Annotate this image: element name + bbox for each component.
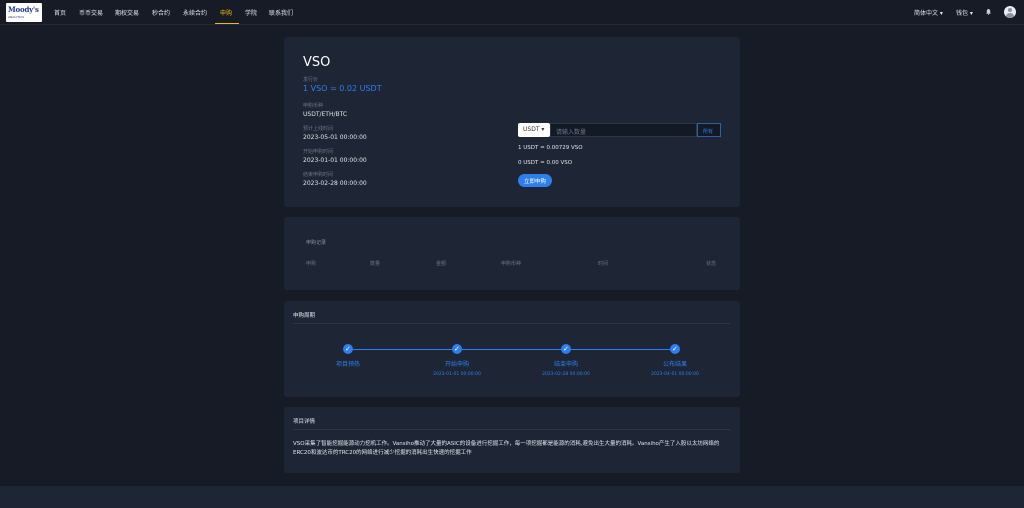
nav-perpetual-contract[interactable]: 永续合约: [183, 8, 207, 17]
start-time-value: 2023-01-01 00:00:00: [303, 157, 367, 164]
records-card: 申购记录 申购 数量 金额 申购币种 时间 状态: [284, 217, 740, 290]
check-icon: ✓: [343, 344, 353, 354]
nav-options-trading[interactable]: 期权交易: [115, 8, 139, 17]
step-date: 2023-04-01 00:00:00: [651, 372, 699, 377]
subscribe-button[interactable]: 立即申购: [518, 174, 552, 187]
all-button[interactable]: 所有: [697, 123, 721, 137]
token-name: VSO: [303, 55, 331, 70]
nav-academy[interactable]: 学院: [245, 8, 257, 17]
divider: [293, 429, 730, 430]
active-nav-underline: [215, 23, 239, 24]
bell-icon[interactable]: [986, 9, 991, 15]
price-value: 1 VSO = 0.02 USDT: [303, 84, 382, 93]
step-label: 公布结果: [662, 361, 687, 368]
price-label: 发行价: [303, 77, 319, 83]
details-card: 项目详情 VSO采集了智能挖掘能源动力挖机工作。Vansiho推动了大量的ASI…: [284, 407, 740, 473]
column-header: 状态: [706, 261, 717, 267]
details-title: 项目详情: [293, 419, 316, 425]
step-date: 2023-01-01 00:00:00: [433, 372, 481, 377]
nav-subscription[interactable]: 申购: [220, 8, 232, 17]
timeline-line: [462, 349, 565, 350]
check-icon: ✓: [452, 344, 462, 354]
currency-select[interactable]: USDT ▾: [518, 123, 550, 137]
avatar-body: [1006, 13, 1014, 18]
logo-subtext: ANALYTICS: [8, 15, 25, 19]
check-icon: ✓: [561, 344, 571, 354]
top-nav: Moody's ANALYTICS 首页 币币交易 期权交易 秒合约 永续合约 …: [0, 0, 1024, 25]
records-title: 申购记录: [306, 240, 327, 246]
column-header: 申购: [306, 261, 317, 267]
schedule-card: 申购周期 ✓ ✓ ✓ ✓ 项目预热 开始申购 结束申购 公布结果 2023-01…: [284, 301, 740, 397]
column-header: 申购币种: [501, 261, 522, 267]
currency-value: USDT/ETH/BTC: [303, 111, 348, 118]
step-label: 开始申购: [444, 361, 469, 368]
schedule-title: 申购周期: [293, 313, 316, 319]
start-time-label: 开始申购时间: [303, 149, 334, 155]
timeline-line: [353, 349, 456, 350]
calculated-amount: 0 USDT = 0.00 VSO: [518, 160, 573, 166]
currency-label: 申购币种: [303, 103, 324, 109]
check-icon: ✓: [670, 344, 680, 354]
amount-input[interactable]: 请输入数量: [550, 123, 697, 137]
footer: [0, 486, 1024, 508]
wallet-menu[interactable]: 钱包 ▾: [956, 8, 973, 17]
details-text: VSO采集了智能挖掘能源动力挖机工作。Vansiho推动了大量的ASIC的设备进…: [293, 441, 720, 456]
avatar-head: [1008, 8, 1012, 12]
nav-spot-trading[interactable]: 币币交易: [79, 8, 103, 17]
step-label: 项目预热: [335, 361, 360, 368]
exchange-rate: 1 USDT = 0.00729 VSO: [518, 145, 583, 151]
token-info-card: VSO 发行价 1 VSO = 0.02 USDT 申购币种 USDT/ETH/…: [284, 37, 740, 207]
end-time-label: 结束申购时间: [303, 172, 334, 178]
column-header: 数量: [370, 261, 381, 267]
divider: [293, 323, 730, 324]
step-label: 结束申购: [553, 361, 578, 368]
nav-contact-us[interactable]: 联系我们: [269, 8, 293, 17]
listing-time-value: 2023-05-01 00:00:00: [303, 134, 367, 141]
logo-text: Moody's: [8, 5, 39, 14]
nav-second-contract[interactable]: 秒合约: [152, 8, 170, 17]
language-selector[interactable]: 简体中文 ▾: [914, 8, 943, 17]
moodys-logo[interactable]: Moody's ANALYTICS: [6, 3, 42, 22]
column-header: 金额: [436, 261, 447, 267]
column-header: 时间: [598, 261, 609, 267]
user-avatar[interactable]: [1004, 6, 1016, 18]
timeline-line: [571, 349, 675, 350]
nav-home[interactable]: 首页: [54, 8, 66, 17]
step-date: 2023-02-28 00:00:00: [542, 372, 590, 377]
listing-time-label: 预计上线时间: [303, 126, 334, 132]
end-time-value: 2023-02-28 00:00:00: [303, 180, 367, 187]
